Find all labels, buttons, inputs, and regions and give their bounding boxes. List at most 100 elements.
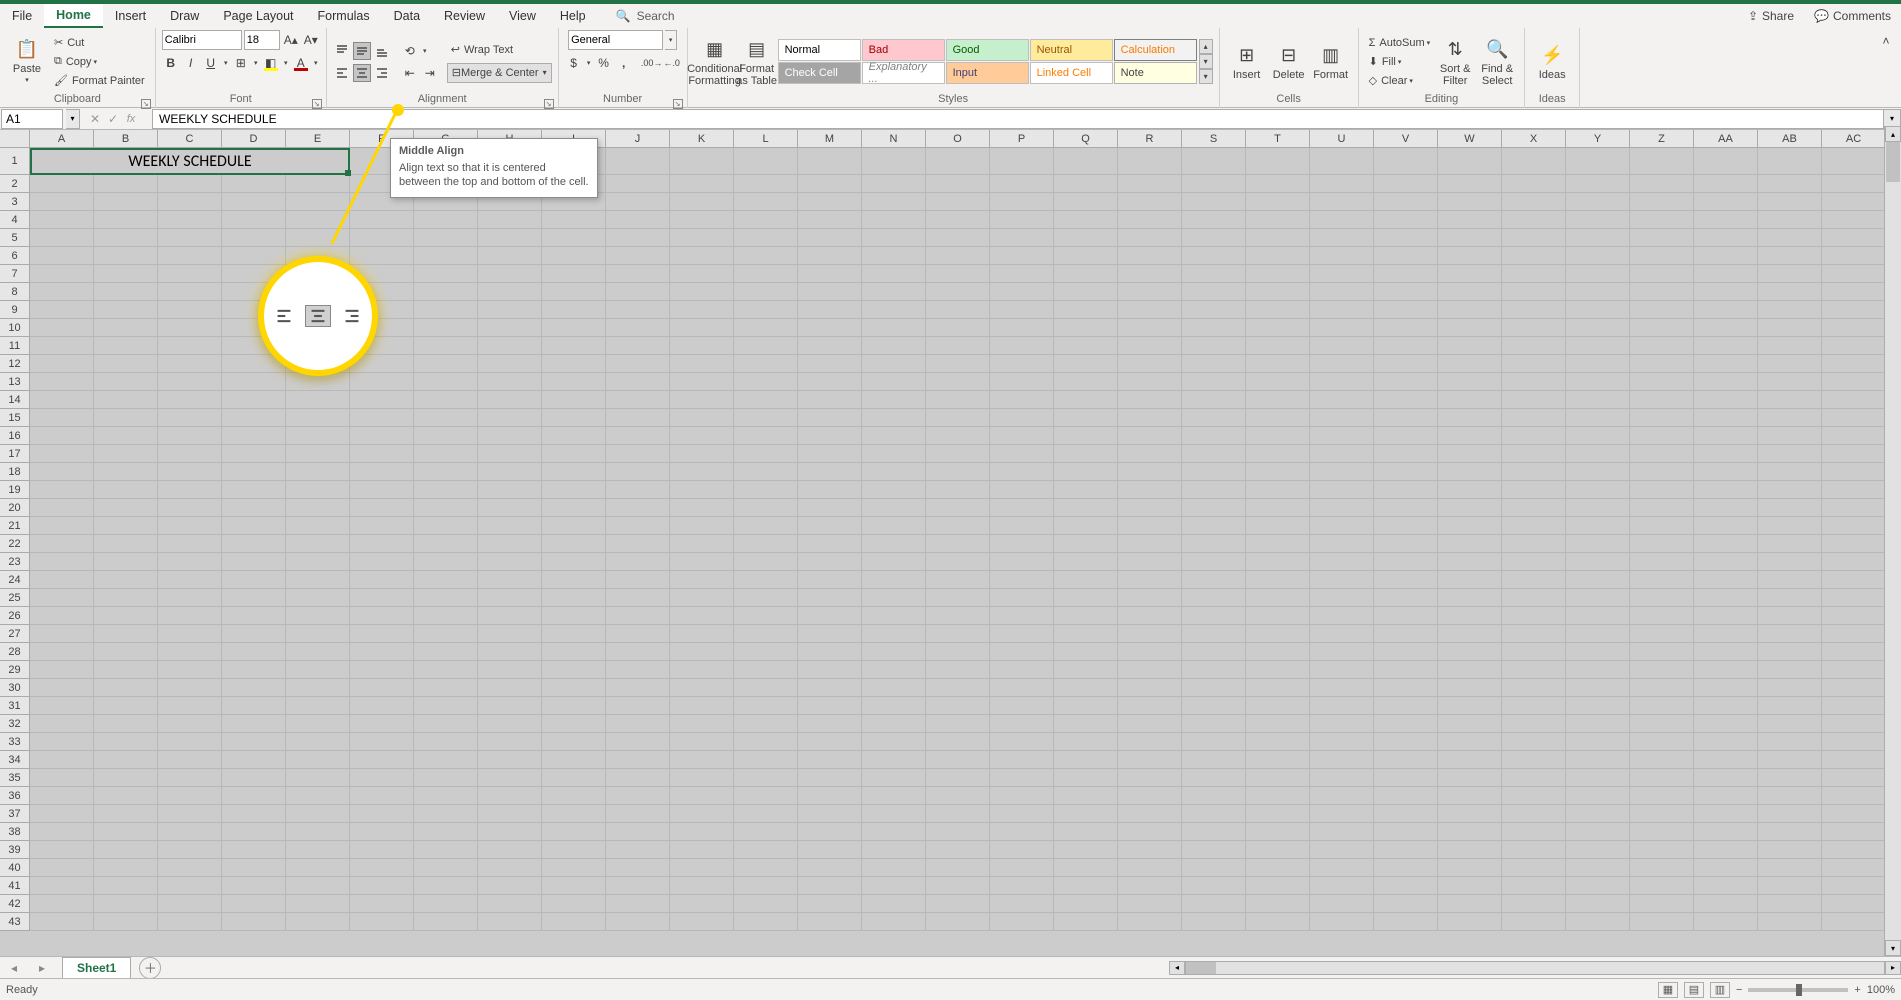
cell[interactable] [1502, 148, 1566, 175]
cell[interactable] [30, 247, 94, 265]
style-good[interactable]: Good [946, 39, 1029, 61]
row-header[interactable]: 10 [0, 319, 30, 337]
cell[interactable] [94, 211, 158, 229]
cell[interactable] [94, 625, 158, 643]
cell[interactable] [30, 859, 94, 877]
cell[interactable] [1822, 391, 1886, 409]
cell[interactable] [478, 733, 542, 751]
cell[interactable] [670, 391, 734, 409]
cell[interactable] [1182, 823, 1246, 841]
cell[interactable] [286, 229, 350, 247]
column-header[interactable]: X [1502, 130, 1566, 148]
cell[interactable] [1502, 265, 1566, 283]
cell[interactable] [990, 589, 1054, 607]
copy-button[interactable]: ⧉Copy▾ [50, 53, 149, 71]
cell[interactable] [1758, 877, 1822, 895]
cell[interactable] [222, 535, 286, 553]
cell[interactable] [350, 427, 414, 445]
cell[interactable] [1630, 625, 1694, 643]
cell[interactable] [1374, 391, 1438, 409]
cell[interactable] [1630, 409, 1694, 427]
cell[interactable] [734, 625, 798, 643]
cell[interactable] [222, 913, 286, 931]
cell[interactable] [350, 661, 414, 679]
cell[interactable] [990, 841, 1054, 859]
tab-review[interactable]: Review [432, 4, 497, 28]
cell[interactable] [798, 193, 862, 211]
style-calculation[interactable]: Calculation [1114, 39, 1197, 61]
cell[interactable] [1118, 589, 1182, 607]
cell[interactable] [1566, 733, 1630, 751]
cell[interactable] [222, 175, 286, 193]
cell[interactable] [1118, 553, 1182, 571]
cell[interactable] [414, 661, 478, 679]
cell[interactable] [862, 247, 926, 265]
horizontal-scroll-thumb[interactable] [1186, 962, 1216, 974]
cell[interactable] [222, 409, 286, 427]
cell[interactable] [1118, 841, 1182, 859]
cell[interactable] [990, 877, 1054, 895]
cell[interactable] [1822, 481, 1886, 499]
cell[interactable] [1246, 805, 1310, 823]
merge-dropdown[interactable]: ▾ [543, 68, 547, 77]
cell[interactable] [1630, 391, 1694, 409]
tell-me-search[interactable]: 🔍 Search [616, 9, 675, 23]
cell[interactable] [1118, 373, 1182, 391]
cell[interactable] [1182, 427, 1246, 445]
cell[interactable] [1694, 463, 1758, 481]
tab-draw[interactable]: Draw [158, 4, 211, 28]
cell[interactable] [1502, 859, 1566, 877]
enter-formula-button[interactable]: ✓ [104, 110, 122, 128]
cell[interactable] [798, 751, 862, 769]
style-bad[interactable]: Bad [862, 39, 945, 61]
cell[interactable] [1502, 787, 1566, 805]
cell[interactable] [798, 841, 862, 859]
insert-cells-button[interactable]: ⊞Insert [1226, 31, 1268, 93]
cell[interactable] [414, 301, 478, 319]
font-launcher[interactable]: ↘ [312, 99, 322, 109]
column-header[interactable]: Z [1630, 130, 1694, 148]
cell[interactable] [990, 337, 1054, 355]
cell[interactable] [30, 877, 94, 895]
cell[interactable] [158, 571, 222, 589]
cell[interactable] [414, 229, 478, 247]
cell[interactable] [1630, 715, 1694, 733]
cell[interactable] [670, 355, 734, 373]
cell[interactable] [926, 715, 990, 733]
cell[interactable] [862, 625, 926, 643]
cell[interactable] [798, 175, 862, 193]
cell[interactable] [734, 445, 798, 463]
cell[interactable] [1182, 175, 1246, 193]
cell[interactable] [1630, 679, 1694, 697]
cell[interactable] [542, 589, 606, 607]
cell[interactable] [1694, 319, 1758, 337]
cell[interactable] [350, 571, 414, 589]
cell[interactable] [1374, 337, 1438, 355]
underline-button[interactable]: U [202, 54, 220, 72]
cell[interactable] [478, 265, 542, 283]
cell[interactable] [1182, 247, 1246, 265]
row-header[interactable]: 8 [0, 283, 30, 301]
cell[interactable] [1182, 481, 1246, 499]
cell[interactable] [542, 463, 606, 481]
cell[interactable] [478, 373, 542, 391]
cell[interactable] [798, 229, 862, 247]
cell[interactable] [222, 859, 286, 877]
cell[interactable] [926, 751, 990, 769]
cell[interactable] [286, 697, 350, 715]
cell[interactable] [1246, 661, 1310, 679]
cell[interactable] [606, 607, 670, 625]
cell[interactable] [1374, 625, 1438, 643]
cell[interactable] [734, 337, 798, 355]
cell[interactable] [222, 193, 286, 211]
cell[interactable] [1438, 301, 1502, 319]
cell[interactable] [1310, 337, 1374, 355]
cell[interactable] [1246, 301, 1310, 319]
cell[interactable] [670, 679, 734, 697]
cell[interactable] [414, 553, 478, 571]
cell[interactable] [606, 211, 670, 229]
cell[interactable] [1182, 625, 1246, 643]
cell[interactable] [1438, 607, 1502, 625]
cell[interactable] [926, 319, 990, 337]
column-header[interactable]: P [990, 130, 1054, 148]
